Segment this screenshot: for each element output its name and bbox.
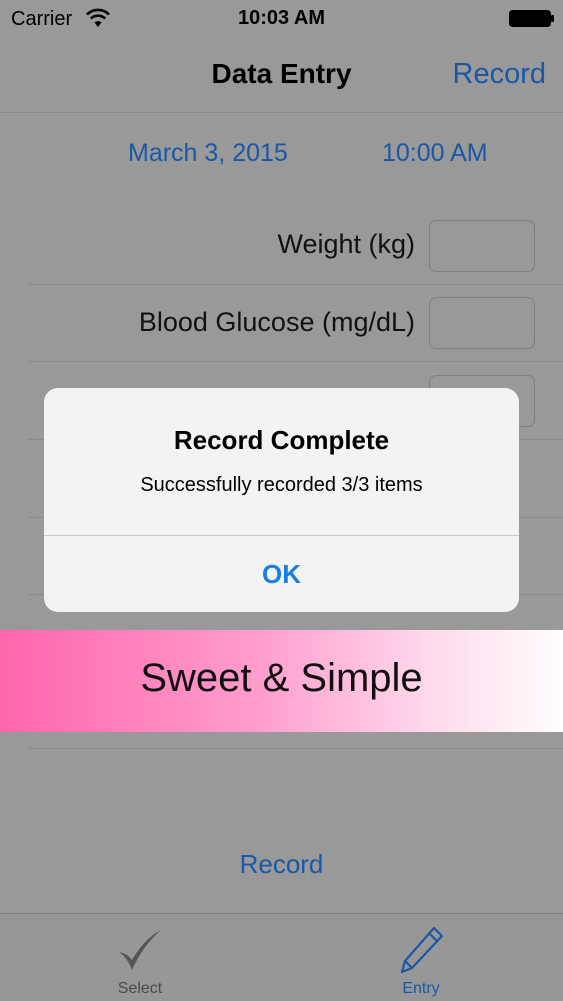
navigation-bar: Data Entry Record: [0, 38, 563, 113]
tab-select-label: Select: [117, 980, 163, 997]
tab-entry[interactable]: Entry: [371, 914, 471, 1001]
pencil-icon: [400, 926, 444, 974]
banner-text: Sweet & Simple: [140, 656, 423, 700]
row-divider: [28, 748, 563, 749]
alert-ok-button[interactable]: OK: [44, 536, 519, 612]
promo-banner: Sweet & Simple: [0, 630, 563, 732]
blood-glucose-input[interactable]: [429, 297, 535, 349]
alert-title: Record Complete: [173, 425, 390, 455]
row-divider: [28, 361, 563, 362]
tab-select[interactable]: Select: [90, 914, 190, 1001]
blood-glucose-label: Blood Glucose (mg/dL): [138, 307, 415, 337]
weight-label: Weight (kg): [277, 229, 415, 259]
time-picker-button[interactable]: 10:00 AM: [382, 139, 488, 168]
alert-dialog: Record Complete Successfully recorded 3/…: [44, 388, 519, 612]
alert-message: Successfully recorded 3/3 items: [140, 474, 423, 496]
record-button[interactable]: Record: [0, 849, 563, 880]
status-bar: Carrier 10:03 AM: [0, 0, 563, 38]
nav-record-button[interactable]: Record: [453, 58, 547, 91]
weight-input[interactable]: [429, 220, 535, 272]
date-picker-button[interactable]: March 3, 2015: [128, 139, 288, 168]
checkmark-icon: [119, 930, 161, 970]
battery-icon: [509, 10, 554, 27]
status-time: 10:03 AM: [237, 7, 326, 29]
tab-entry-label: Entry: [402, 980, 440, 997]
tab-bar: Select Entry: [0, 913, 563, 1001]
row-divider: [28, 284, 563, 285]
